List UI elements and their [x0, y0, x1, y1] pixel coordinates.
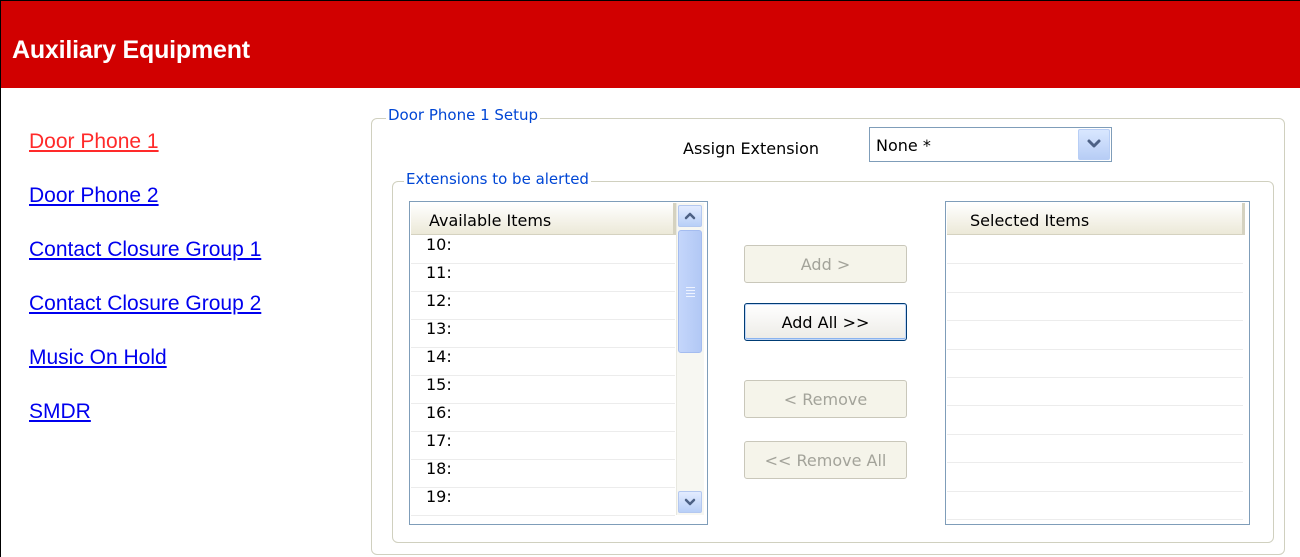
nav-link-door-phone-1[interactable]: Door Phone 1: [29, 130, 159, 154]
nav-link-smdr[interactable]: SMDR: [29, 400, 91, 424]
nav-link-music-on-hold[interactable]: Music On Hold: [29, 346, 167, 370]
available-items-header-label: Available Items: [429, 211, 552, 230]
list-item[interactable]: 12:: [411, 292, 675, 320]
add-button[interactable]: Add >: [744, 245, 907, 283]
empty-list-row: [947, 321, 1243, 350]
empty-list-row: [947, 264, 1243, 293]
scroll-down-button[interactable]: [678, 491, 702, 513]
list-item[interactable]: 15:: [411, 376, 675, 404]
list-item[interactable]: 18:: [411, 460, 675, 488]
empty-list-row: [947, 435, 1243, 464]
nav-link-contact-closure-group-1[interactable]: Contact Closure Group 1: [29, 238, 261, 262]
list-item[interactable]: 13:: [411, 320, 675, 348]
list-item[interactable]: 10:: [411, 236, 675, 264]
empty-list-row: [947, 463, 1243, 492]
nav-link-door-phone-2[interactable]: Door Phone 2: [29, 184, 159, 208]
extensions-alerted-legend: Extensions to be alerted: [404, 170, 591, 188]
selected-items-rows: [947, 236, 1243, 520]
scroll-up-icon: [684, 212, 696, 220]
assign-extension-value: None *: [876, 136, 931, 155]
scroll-down-icon: [684, 498, 696, 506]
empty-list-row: [947, 293, 1243, 322]
empty-list-row: [947, 350, 1243, 378]
scroll-up-button[interactable]: [678, 205, 702, 227]
list-item[interactable]: 11:: [411, 264, 675, 292]
page-header: Auxiliary Equipment: [1, 1, 1300, 88]
empty-list-row: [947, 406, 1243, 435]
list-item[interactable]: 16:: [411, 404, 675, 432]
select-dropdown-button[interactable]: [1078, 129, 1110, 160]
list-item[interactable]: 19:: [411, 488, 675, 516]
chevron-down-icon: [1087, 139, 1101, 148]
list-item[interactable]: 17:: [411, 432, 675, 460]
empty-list-row: [947, 378, 1243, 407]
door-phone-setup-legend: Door Phone 1 Setup: [386, 106, 541, 124]
scroll-thumb[interactable]: [678, 230, 702, 353]
list-item[interactable]: 14:: [411, 348, 675, 376]
assign-extension-select[interactable]: None *: [869, 127, 1112, 162]
available-items-scrollbar[interactable]: [676, 203, 704, 515]
available-items-list[interactable]: Available Items 10: 11: 12: 13: 14: 15: …: [409, 201, 708, 525]
available-items-header[interactable]: Available Items: [411, 203, 676, 235]
remove-all-button[interactable]: << Remove All: [744, 441, 907, 479]
page-title: Auxiliary Equipment: [12, 36, 250, 64]
selected-items-list[interactable]: Selected Items: [945, 201, 1250, 525]
nav-link-contact-closure-group-2[interactable]: Contact Closure Group 2: [29, 292, 261, 316]
remove-button[interactable]: < Remove: [744, 380, 907, 418]
add-all-button[interactable]: Add All >>: [744, 303, 907, 341]
selected-items-header-label: Selected Items: [970, 211, 1090, 230]
assign-extension-label: Assign Extension: [683, 139, 819, 158]
empty-list-row: [947, 236, 1243, 265]
available-items-rows: 10: 11: 12: 13: 14: 15: 16: 17: 18: 19:: [411, 236, 675, 516]
selected-items-header[interactable]: Selected Items: [947, 203, 1245, 235]
empty-list-row: [947, 492, 1243, 520]
